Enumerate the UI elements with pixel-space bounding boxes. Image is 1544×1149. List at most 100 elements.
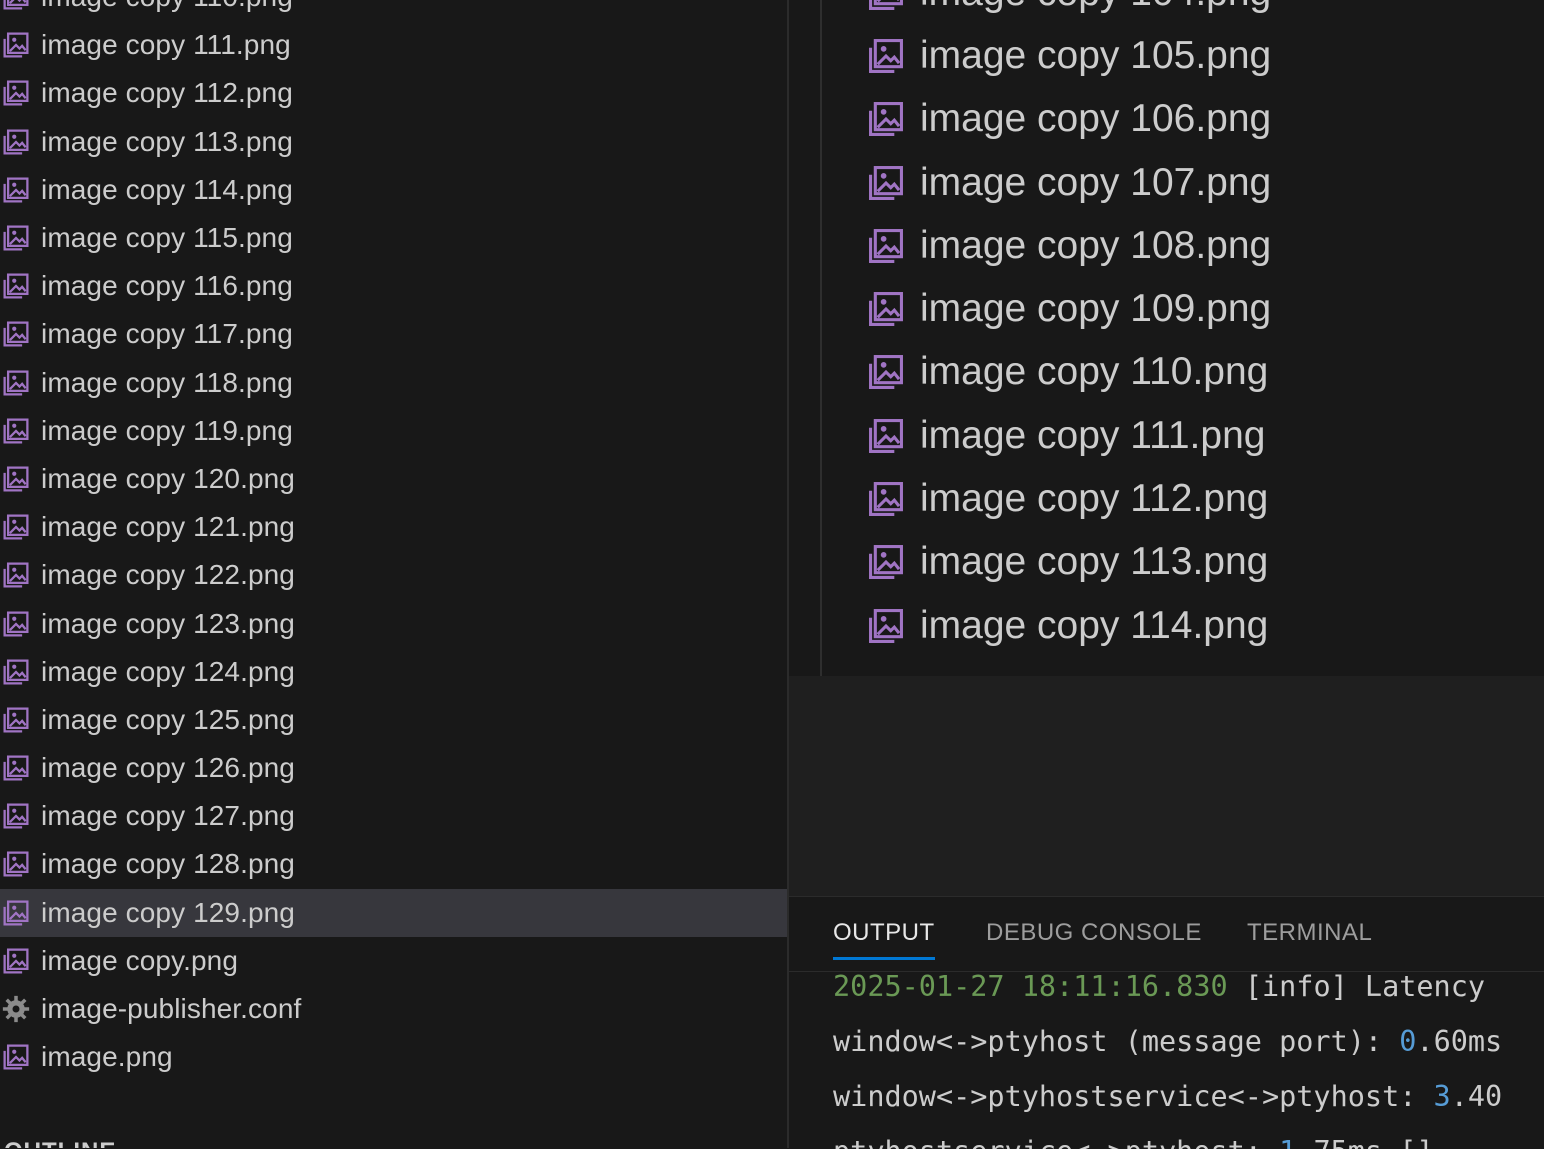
- image-file-icon: [2, 561, 30, 589]
- log-line: window<->ptyhost (message port): 0.60ms: [833, 1014, 1544, 1069]
- preview-file-item: image copy 112.png: [789, 467, 1544, 530]
- file-tree-item[interactable]: image-publisher.conf: [0, 985, 787, 1033]
- image-file-icon: [867, 227, 905, 265]
- file-tree-item[interactable]: image copy 125.png: [0, 696, 787, 744]
- file-name: image copy 116.png: [41, 270, 293, 302]
- file-tree-item[interactable]: image copy 120.png: [0, 455, 787, 503]
- log-text: window<->ptyhost (message port):: [833, 1025, 1400, 1058]
- preview-file-list: image copy 104.png image copy 105.png imag…: [789, 0, 1544, 657]
- log-number: 3: [1433, 1080, 1451, 1113]
- image-file-icon: [2, 1043, 30, 1071]
- preview-file-item: image copy 114.png: [789, 594, 1544, 657]
- log-number: 0: [1399, 1025, 1417, 1058]
- preview-file-name: image copy 107.png: [920, 160, 1272, 204]
- file-tree-item[interactable]: image copy 110.png: [0, 0, 787, 21]
- tab-terminal[interactable]: TERMINAL: [1247, 919, 1372, 957]
- file-name: image copy 123.png: [41, 607, 295, 639]
- log-text: window<->ptyhostservice<->ptyhost:: [833, 1080, 1434, 1113]
- tab-debug-console[interactable]: DEBUG CONSOLE: [986, 919, 1202, 957]
- preview-file-name: image copy 112.png: [920, 477, 1269, 521]
- file-name: image copy 129.png: [41, 896, 295, 928]
- file-tree-item[interactable]: image copy 126.png: [0, 744, 787, 792]
- image-file-icon: [2, 850, 30, 878]
- image-file-icon: [2, 947, 30, 975]
- preview-file-item: image copy 110.png: [789, 341, 1544, 404]
- preview-file-name: image copy 105.png: [920, 33, 1272, 77]
- preview-file-name: image copy 108.png: [920, 223, 1272, 267]
- file-tree-item[interactable]: image copy 116.png: [0, 262, 787, 310]
- file-tree-item[interactable]: image copy 124.png: [0, 648, 787, 696]
- image-file-icon: [2, 513, 30, 541]
- image-preview-editor: image copy 104.png image copy 105.png imag…: [789, 0, 1544, 676]
- file-name: image copy 120.png: [41, 462, 295, 494]
- file-name: image copy 115.png: [41, 222, 293, 254]
- file-tree: image copy 110.png image copy 111.png imag…: [0, 0, 787, 1081]
- image-file-icon: [2, 224, 30, 252]
- log-number: 1: [1279, 1135, 1296, 1149]
- file-name: image copy 122.png: [41, 559, 295, 591]
- file-name: image copy 127.png: [41, 800, 295, 832]
- image-file-icon: [2, 465, 30, 493]
- file-name: image copy 121.png: [41, 511, 295, 543]
- image-file-icon: [867, 0, 905, 12]
- outline-section-header[interactable]: OUTLINE: [4, 1138, 116, 1148]
- file-name: image copy 113.png: [41, 125, 293, 157]
- file-tree-item[interactable]: image copy 113.png: [0, 118, 787, 166]
- file-tree-item[interactable]: image copy 127.png: [0, 792, 787, 840]
- preview-file-item: image copy 104.png: [789, 0, 1544, 24]
- log-text: [info] Latency: [1227, 970, 1486, 1003]
- image-file-icon: [2, 176, 30, 204]
- file-tree-item[interactable]: image copy 115.png: [0, 214, 787, 262]
- file-tree-item[interactable]: image copy 122.png: [0, 551, 787, 599]
- log-line: 2025-01-27 18:11:16.830 [info] Latency: [833, 959, 1544, 1014]
- file-tree-item[interactable]: image copy 119.png: [0, 407, 787, 455]
- file-name: image copy 124.png: [41, 655, 295, 687]
- file-tree-item[interactable]: image copy 111.png: [0, 21, 787, 69]
- preview-file-item: image copy 113.png: [789, 531, 1544, 594]
- image-file-icon: [2, 0, 30, 11]
- image-file-icon: [2, 754, 30, 782]
- log-line: window<->ptyhostservice<->ptyhost: 3.40: [833, 1069, 1544, 1124]
- preview-file-item: image copy 108.png: [789, 214, 1544, 277]
- preview-file-name: image copy 106.png: [920, 97, 1272, 141]
- preview-file-name: image copy 111.png: [920, 413, 1266, 457]
- image-file-icon: [2, 31, 30, 59]
- log-text: ptyhostservice<->ptyhost:: [833, 1135, 1279, 1149]
- file-tree-item[interactable]: image copy 117.png: [0, 310, 787, 358]
- file-name: image.png: [41, 1041, 173, 1073]
- file-name: image copy.png: [41, 944, 239, 976]
- image-file-icon: [2, 128, 30, 156]
- tab-output[interactable]: OUTPUT: [833, 919, 935, 960]
- file-name: image copy 110.png: [41, 0, 293, 13]
- log-text: .40: [1450, 1080, 1503, 1113]
- log-text: .75ms []: [1296, 1135, 1433, 1149]
- preview-file-name: image copy 109.png: [920, 287, 1272, 331]
- file-name: image copy 119.png: [41, 414, 293, 446]
- file-name: image copy 126.png: [41, 752, 295, 784]
- output-log[interactable]: 2025-01-27 18:11:16.830 [info] Latency w…: [833, 959, 1544, 1149]
- log-text: .60ms: [1416, 1025, 1503, 1058]
- image-file-icon: [2, 802, 30, 830]
- file-tree-item[interactable]: image copy 114.png: [0, 166, 787, 214]
- file-tree-item[interactable]: image.png: [0, 1033, 787, 1081]
- preview-file-item: image copy 107.png: [789, 151, 1544, 214]
- image-file-icon: [867, 607, 905, 645]
- gear-icon: [2, 995, 30, 1023]
- image-file-icon: [2, 706, 30, 734]
- log-line: ptyhostservice<->ptyhost: 1.75ms []: [833, 1124, 1544, 1149]
- file-tree-item[interactable]: image copy.png: [0, 937, 787, 985]
- file-tree-item[interactable]: image copy 129.png: [0, 888, 787, 937]
- file-tree-item[interactable]: image copy 123.png: [0, 599, 787, 647]
- preview-file-item: image copy 105.png: [789, 24, 1544, 87]
- image-file-icon: [2, 369, 30, 397]
- preview-file-name: image copy 104.png: [920, 0, 1271, 15]
- image-file-icon: [867, 353, 905, 391]
- file-tree-item[interactable]: image copy 112.png: [0, 69, 787, 117]
- image-file-icon: [867, 164, 905, 202]
- image-file-icon: [2, 79, 30, 107]
- file-tree-item[interactable]: image copy 118.png: [0, 359, 787, 407]
- file-tree-item[interactable]: image copy 121.png: [0, 503, 787, 551]
- file-name: image copy 111.png: [41, 29, 291, 61]
- file-tree-item[interactable]: image copy 128.png: [0, 840, 787, 888]
- preview-file-name: image copy 110.png: [920, 350, 1269, 394]
